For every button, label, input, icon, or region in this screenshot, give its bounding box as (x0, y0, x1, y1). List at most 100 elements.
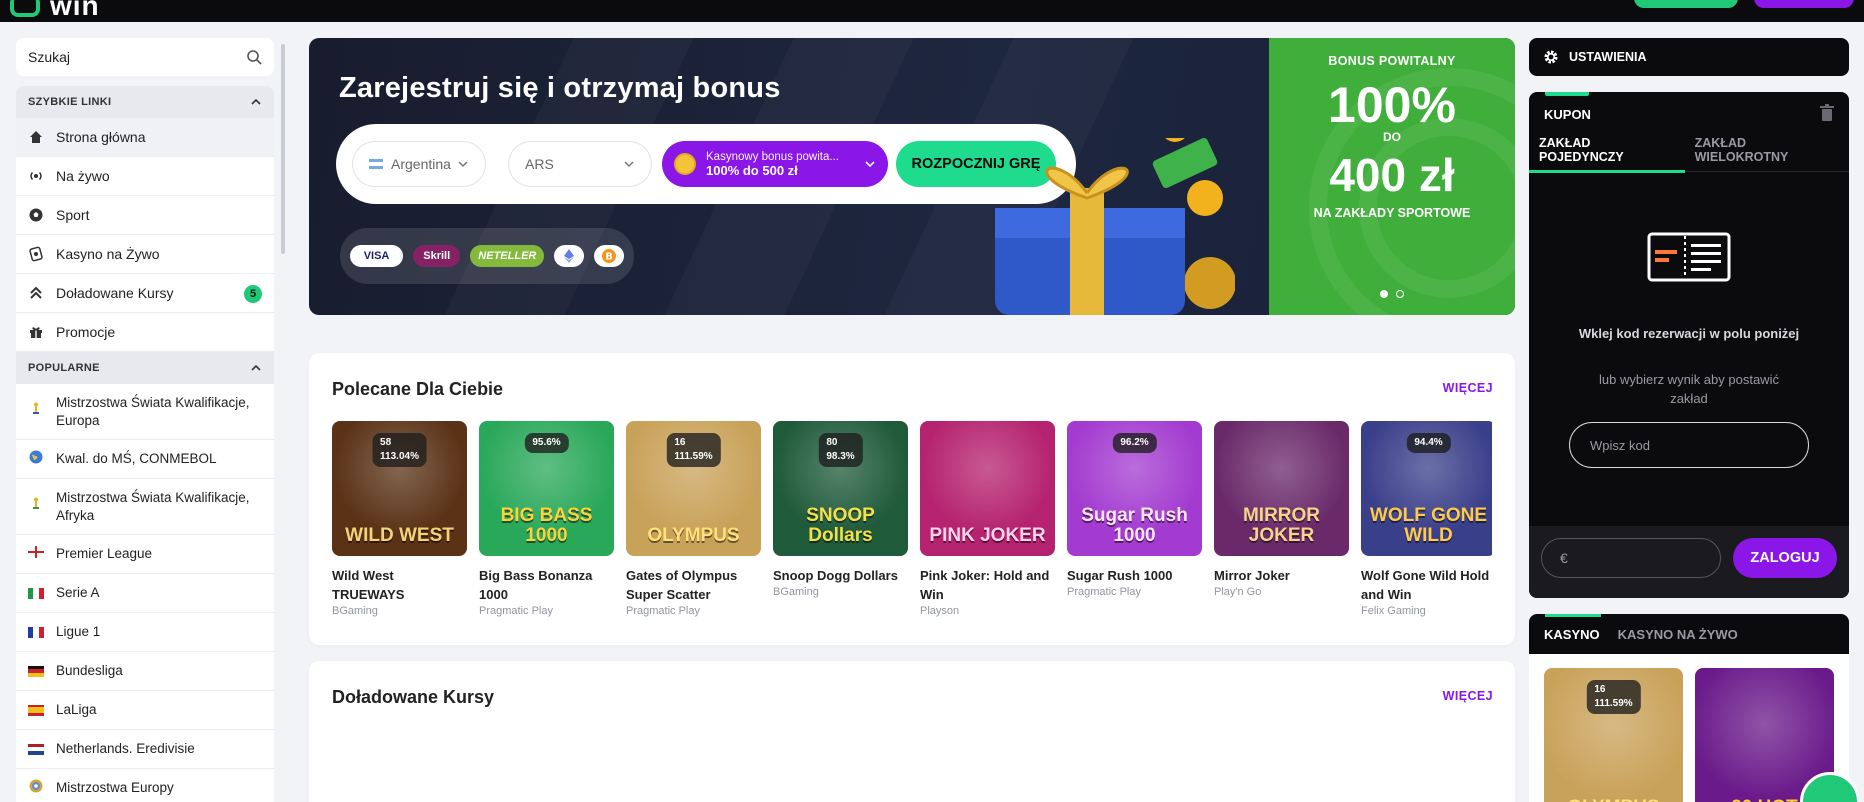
logo-mark-icon (10, 0, 40, 17)
casino-games-row: 16111.59%OLYMPUS20 HOT (1544, 668, 1834, 802)
sidebar-item-label: Serie A (56, 585, 100, 600)
game-card[interactable]: 80 98.3% SNOOP Dollars Snoop Dogg Dollars BG… (773, 421, 908, 631)
sidebar-item-ligue-1[interactable]: Ligue 1 (16, 613, 274, 652)
sidebar-item-serie-a[interactable]: Serie A (16, 574, 274, 613)
tab-casino[interactable]: KASYNO (1544, 627, 1600, 642)
game-card[interactable]: 16 111.59% OLYMPUS Gates of Olympus Super S… (626, 421, 761, 631)
carousel-dot[interactable] (1396, 290, 1404, 298)
sidebar-item-conmebol[interactable]: Kwal. do MŚ, CONMEBOL (16, 440, 274, 479)
sidebar-item-live[interactable]: Na żywo (16, 157, 274, 196)
chevron-up-icon[interactable] (250, 362, 262, 374)
site-logo[interactable]: win (10, 0, 100, 22)
booking-code-input[interactable]: Wpisz kod (1569, 422, 1809, 468)
sidebar-item-premier-league[interactable]: Premier League (16, 535, 274, 574)
game-thumbnail[interactable]: 96.2% Sugar Rush 1000 (1067, 421, 1202, 556)
login-button-top[interactable] (1754, 0, 1854, 8)
settings-label: USTAWIENIA (1569, 50, 1647, 64)
sidebar-item-laliga[interactable]: LaLiga (16, 691, 274, 730)
bonus-subtitle: NA ZAKŁADY SPORTOWE (1313, 206, 1471, 220)
game-name[interactable]: Mirror Joker (1214, 566, 1349, 585)
bonus-select[interactable]: Kasynowy bonus powita... 100% do 500 zł (662, 141, 888, 187)
game-art-title: SNOOP Dollars (806, 505, 875, 546)
bonus-percent: 100% (1328, 77, 1456, 133)
sidebar-item-label: Doładowane Kursy (56, 285, 174, 301)
search-input[interactable]: Szukaj (16, 38, 274, 76)
game-thumbnail[interactable]: 95.6% BIG BASS 1000 (479, 421, 614, 556)
game-provider: BGaming (332, 605, 378, 617)
currency-select[interactable]: ARS (508, 141, 652, 187)
trash-icon[interactable] (1819, 104, 1835, 122)
carousel-dots (1269, 290, 1515, 298)
boost-chevrons-icon (28, 285, 44, 301)
login-button[interactable]: ZALOGUJ (1733, 538, 1837, 578)
game-name[interactable]: Sugar Rush 1000 (1067, 566, 1202, 585)
more-link[interactable]: WIĘCEJ (1443, 689, 1493, 703)
sidebar-item-label: Strona główna (56, 129, 146, 145)
game-name[interactable]: Snoop Dogg Dollars (773, 566, 908, 585)
register-button[interactable] (1634, 0, 1738, 8)
popular-header[interactable]: POPULARNE (16, 352, 274, 384)
sidebar-item-eredivisie[interactable]: Netherlands. Eredivisie (16, 730, 274, 769)
tab-single-bet[interactable]: ZAKŁAD POJEDYNCZY (1529, 128, 1685, 173)
game-art-title: BIG BASS 1000 (500, 505, 593, 546)
game-name[interactable]: Pink Joker: Hold and Win (920, 566, 1055, 604)
bitcoin-icon: B (594, 245, 624, 267)
sidebar-item-promotions[interactable]: Promocje (16, 313, 274, 352)
casino-game-thumbnail[interactable]: 16 111.59% OLYMPUS (1544, 668, 1683, 802)
sidebar-item-wc-qual-europe[interactable]: Mistrzostwa Świata Kwalifikacje, Europa (16, 384, 274, 440)
country-select[interactable]: Argentina (352, 141, 486, 187)
game-thumbnail[interactable]: 80 98.3% SNOOP Dollars (773, 421, 908, 556)
banner-title: Zarejestruj się i otrzymaj bonus (339, 72, 781, 104)
sidebar-item-boosted-odds[interactable]: Doładowane Kursy 5 (16, 274, 274, 313)
game-card[interactable]: 94.4% WOLF GONE WILD Wolf Gone Wild Hold a… (1361, 421, 1492, 631)
game-card[interactable]: 58 113.04% WILD WEST Wild West TRUEWAYS BGam… (332, 421, 467, 631)
sidebar-scrollbar[interactable] (281, 44, 285, 254)
sidebar-item-home[interactable]: Strona główna (16, 118, 274, 157)
game-card[interactable]: PINK JOKER Pink Joker: Hold and Win Playso… (920, 421, 1055, 631)
game-thumbnail[interactable]: MIRROR JOKER (1214, 421, 1349, 556)
sidebar-item-label: Promocje (56, 324, 116, 340)
france-flag-icon (28, 626, 44, 638)
more-link[interactable]: WIĘCEJ (1443, 381, 1493, 395)
game-card[interactable]: 96.2% Sugar Rush 1000 Sugar Rush 1000 Pragm… (1067, 421, 1202, 631)
game-provider: Pragmatic Play (1067, 586, 1141, 598)
welcome-bonus-panel[interactable]: BONUS POWITALNY 100% DO 400 zł NA ZAKŁAD… (1269, 38, 1515, 315)
casino-widget: KASYNO KASYNO NA ŻYWO 16111.59%OLYMPUS20… (1529, 614, 1849, 802)
sidebar-item-sport[interactable]: Sport (16, 196, 274, 235)
tab-live-casino[interactable]: KASYNO NA ŻYWO (1618, 627, 1738, 642)
sidebar-item-wc-qual-africa[interactable]: Mistrzostwa Świata Kwalifikacje, Afryka (16, 479, 274, 535)
ethereum-icon (554, 245, 584, 267)
sidebar-menu: SZYBKIE LINKI Strona główna Na żywo Spor… (16, 86, 274, 802)
game-thumbnail[interactable]: 58 113.04% WILD WEST (332, 421, 467, 556)
game-thumbnail[interactable]: 16 111.59% OLYMPUS (626, 421, 761, 556)
game-name[interactable]: Big Bass Bonanza 1000 (479, 566, 614, 604)
games-row: 58 113.04% WILD WEST Wild West TRUEWAYS BGam… (332, 421, 1492, 631)
live-broadcast-icon (28, 168, 44, 184)
game-card[interactable]: MIRROR JOKER Mirror Joker Play'n Go (1214, 421, 1349, 631)
sidebar-item-live-casino[interactable]: Kasyno na Żywo (16, 235, 274, 274)
england-flag-icon (28, 545, 44, 563)
bet-type-tabs: ZAKŁAD POJEDYNCZY ZAKŁAD WIELOKROTNY (1529, 128, 1849, 173)
tab-multi-bet[interactable]: ZAKŁAD WIELOKROTNY (1685, 128, 1849, 172)
payment-methods: VISA Skrill NETELLER B (340, 228, 634, 284)
ticket-icon (1647, 232, 1731, 282)
quick-links-header[interactable]: SZYBKIE LINKI (16, 86, 274, 118)
coupon-footer: € ZALOGUJ (1529, 526, 1849, 598)
game-thumbnail[interactable]: 94.4% WOLF GONE WILD (1361, 421, 1492, 556)
sidebar-item-euro[interactable]: Mistrzostwa Europy (16, 769, 274, 802)
rtp-badge: 16 111.59% (1586, 680, 1641, 714)
carousel-dot[interactable] (1380, 290, 1388, 298)
bonus-select-line1: Kasynowy bonus powita... (706, 150, 839, 163)
chevron-down-icon (458, 161, 468, 168)
chevron-up-icon[interactable] (250, 96, 262, 108)
game-card[interactable]: 95.6% BIG BASS 1000 Big Bass Bonanza 1000 P… (479, 421, 614, 631)
sidebar-item-bundesliga[interactable]: Bundesliga (16, 652, 274, 691)
settings-button[interactable]: USTAWIENIA (1529, 38, 1849, 76)
game-name[interactable]: Wolf Gone Wild Hold and Win (1361, 566, 1492, 604)
section-title: Polecane Dla Ciebie (332, 379, 504, 399)
game-name[interactable]: Gates of Olympus Super Scatter (626, 566, 761, 604)
game-art-title: MIRROR JOKER (1242, 505, 1321, 546)
game-thumbnail[interactable]: PINK JOKER (920, 421, 1055, 556)
game-name[interactable]: Wild West TRUEWAYS (332, 566, 467, 604)
stake-input[interactable]: € (1541, 538, 1721, 578)
